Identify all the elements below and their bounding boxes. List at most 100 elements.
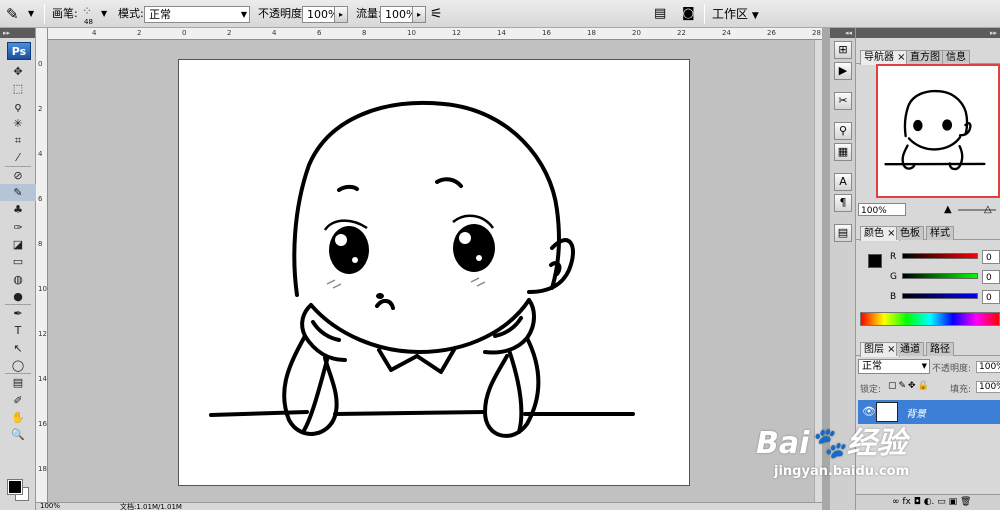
layer-actions-icons[interactable]: ∞ fx ◘ ◐. ▭ ▣ 🗑 [892,495,971,510]
options-bar: ✎ ▼ 画笔: ⁘ 48 ▼ 模式: 正常 ▼ 不透明度: 100% ▸ 流量:… [0,0,1000,28]
gradient-icon[interactable]: ▭ [0,253,36,270]
dodge-icon[interactable]: ● [0,288,36,306]
color-channel-row: R0 [858,250,1000,264]
crop-icon[interactable]: ⌗ [0,132,36,149]
marquee-icon[interactable]: ⬚ [0,80,36,97]
tab-label: 色板 [900,228,920,239]
brush-tool-icon[interactable]: ✎ [6,0,19,28]
opacity-slider-button[interactable]: ▸ [334,6,348,23]
tab-paths[interactable]: 路径 [926,342,954,356]
panel-grip[interactable]: ◂◂ [830,28,855,38]
clone-stamp-icon[interactable]: ♣ [0,201,36,218]
move-icon[interactable]: ✥ [0,63,36,80]
navigator-zoom-field[interactable]: 100% [858,203,906,216]
tab-layers[interactable]: 图层 × [860,342,900,357]
status-bar: 100% 文档:1.01M/1.01M [36,502,822,510]
lock-icons[interactable]: ▢✎✥🔒 [888,381,931,391]
ruler-tick-label: 6 [38,195,43,203]
panel-grip[interactable]: ▸▸ [856,28,1000,38]
lasso-icon[interactable]: ϙ [0,98,36,115]
canvas[interactable] [178,59,690,486]
layer-blend-mode-select[interactable]: 正常 ▼ [858,359,930,374]
navigator-thumbnail[interactable] [876,64,1000,198]
flow-field[interactable]: 100% [380,6,416,23]
zoom-out-icon[interactable]: ▲ [944,203,952,217]
foreground-color-swatch[interactable] [7,479,23,495]
ruler-top: 4 2 0 2 4 6 8 10 12 14 16 18 20 22 24 26 28 [36,28,822,40]
slider-thumb-icon[interactable]: △ [984,203,992,217]
tool-presets-icon[interactable]: ✂ [834,92,852,110]
channel-slider[interactable] [902,273,978,279]
layer-opacity-label: 不透明度: [932,364,972,374]
slice-icon[interactable]: ⁄ [0,149,36,167]
notes-icon[interactable]: ▤ [0,374,36,391]
channel-value-field[interactable]: 0 [982,290,1000,304]
layers-bottom-bar: ∞ fx ◘ ◐. ▭ ▣ 🗑 [856,494,1000,510]
ps-logo[interactable]: Ps [7,42,31,60]
status-doc-info[interactable]: 文档:1.01M/1.01M [120,502,182,510]
tab-navigator[interactable]: 导航器 × [860,50,910,65]
clone-source-icon[interactable]: ▦ [834,143,852,161]
channel-slider[interactable] [902,253,978,259]
tools-panel: ▸▸ Ps ✥ ⬚ ϙ ✳ ⌗ ⁄ ⊘ ✎ ♣ ✑ ◪ ▭ ◍ ● ✒ T ↖ ◯ ▤ ✐ ✋ 🔍 [0,28,36,510]
shape-icon[interactable]: ◯ [0,357,36,375]
channel-value-field[interactable]: 0 [982,270,1000,284]
layer-name: 背景 [906,409,926,420]
mode-select[interactable]: 正常 ▼ [144,6,250,23]
ruler-tick-label: 2 [137,29,142,37]
actions-icon[interactable]: ▶ [834,62,852,80]
channel-value-field[interactable]: 0 [982,250,1000,264]
history-brush-icon[interactable]: ✑ [0,219,36,236]
tab-swatches[interactable]: 色板 [896,226,924,240]
history-icon[interactable]: ⊞ [834,41,852,59]
workspace-menu[interactable]: 工作区 ▼ [712,0,759,28]
blur-icon[interactable]: ◍ [0,271,36,288]
tab-styles[interactable]: 样式 [926,226,954,240]
tab-label: 路径 [930,344,950,355]
opacity-field[interactable]: 100% [302,6,338,23]
opacity-label: 不透明度: [258,7,306,20]
tool-preset-arrow[interactable]: ▼ [28,0,34,28]
bridge-icon[interactable]: ◙ [682,0,695,28]
brush-icon[interactable]: ✎ [0,184,36,202]
brush-picker-arrow[interactable]: ▼ [101,0,107,28]
type-icon[interactable]: T [0,322,36,339]
ruler-tick-label: 12 [452,29,461,37]
palette-well-icon[interactable]: ▤ [654,0,666,28]
paragraph-icon[interactable]: ¶ [834,194,852,212]
eye-icon[interactable]: 👁 [862,405,876,418]
tab-label: 信息 [946,52,966,63]
flow-slider-button[interactable]: ▸ [412,6,426,23]
eraser-icon[interactable]: ◪ [0,236,36,253]
channel-label: R [890,252,897,262]
layer-comps-icon[interactable]: ▤ [834,224,852,242]
magic-wand-icon[interactable]: ✳ [0,115,36,132]
tab-channels[interactable]: 通道 [896,342,924,356]
tab-info[interactable]: 信息 [942,50,970,64]
tab-color[interactable]: 颜色 × [860,226,900,241]
channel-slider[interactable] [902,293,978,299]
color-channel-row: B0 [858,290,1000,304]
zoom-value: 100% [861,206,887,216]
tab-histogram[interactable]: 直方图 [906,50,944,64]
eyedropper-icon[interactable]: ✐ [0,392,36,409]
airbrush-icon[interactable]: ⚟ [430,0,443,28]
fill-label: 填充: [950,385,972,395]
tool-list: ✥ ⬚ ϙ ✳ ⌗ ⁄ ⊘ ✎ ♣ ✑ ◪ ▭ ◍ ● ✒ T ↖ ◯ ▤ ✐ ✋ 🔍 [0,63,36,444]
zoom-icon[interactable]: 🔍 [0,426,36,443]
color-spectrum[interactable] [860,312,1000,326]
workspace-label: 工作区 [712,7,749,21]
status-zoom[interactable]: 100% [40,502,60,510]
layer-opacity-field[interactable]: 100% [976,361,1000,373]
panel-grip[interactable]: ▸▸ [0,28,35,38]
color-channel-row: G0 [858,270,1000,284]
path-selection-icon[interactable]: ↖ [0,340,36,357]
fill-field[interactable]: 100% [976,381,1000,393]
ruler-tick-label: 4 [38,150,43,158]
character-icon[interactable]: A [834,173,852,191]
healing-brush-icon[interactable]: ⊘ [0,167,36,184]
navigator-zoom-row: 100% ▲ △ [858,203,998,217]
brushes-icon[interactable]: ⚲ [834,122,852,140]
pen-icon[interactable]: ✒ [0,305,36,322]
hand-icon[interactable]: ✋ [0,409,36,426]
